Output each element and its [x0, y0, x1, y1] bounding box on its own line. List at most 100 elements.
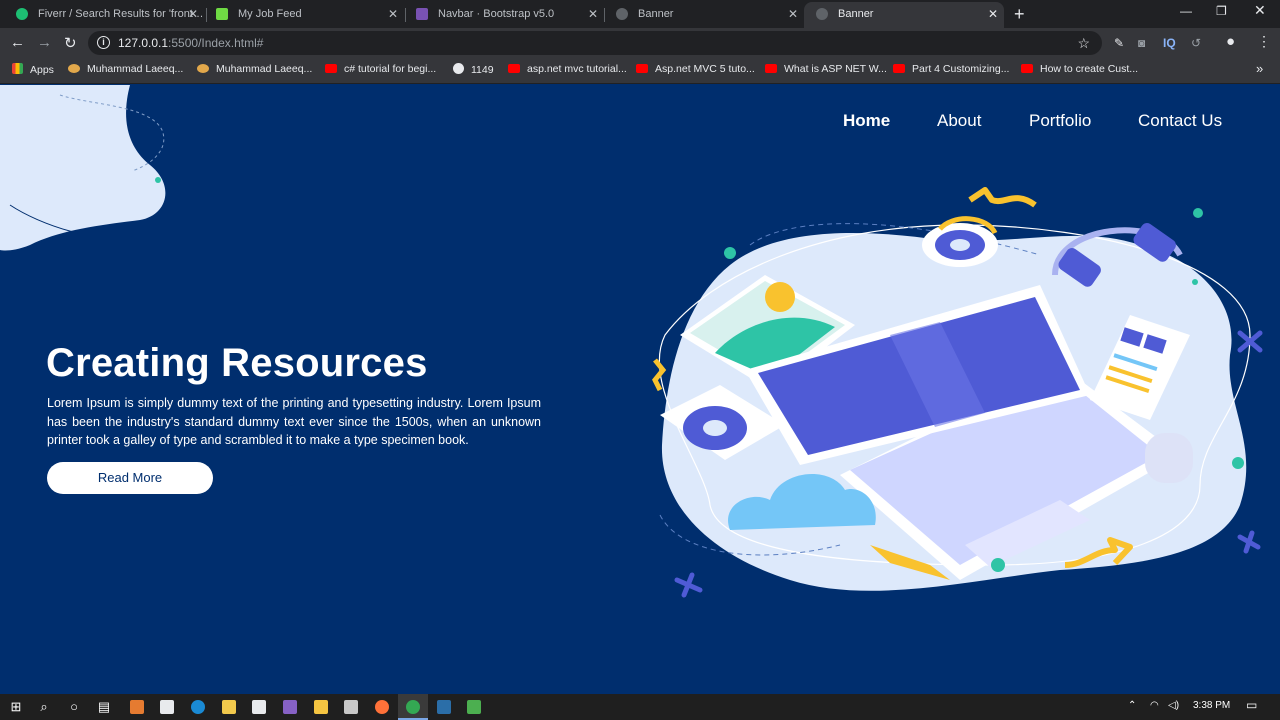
file-explorer-icon[interactable] — [222, 700, 236, 714]
search-icon[interactable]: ⌕ — [36, 699, 52, 715]
close-tab-icon[interactable]: ✕ — [588, 2, 598, 26]
bookmarks-overflow-icon[interactable]: » — [1256, 61, 1263, 76]
bookmark-item[interactable]: 1149 — [453, 63, 494, 76]
store-icon[interactable] — [252, 700, 266, 714]
tab-job-feed[interactable]: My Job Feed ✕ — [204, 2, 404, 28]
close-window-icon[interactable]: ✕ — [1254, 2, 1266, 19]
bookmark-label: Asp.net MVC 5 tuto... — [655, 63, 755, 75]
globe-icon — [616, 8, 628, 20]
bookmarks-bar: Apps Muhammad Laeeq... Muhammad Laeeq...… — [0, 58, 1280, 84]
close-tab-icon[interactable]: ✕ — [388, 2, 398, 26]
bookmark-item[interactable]: Asp.net MVC 5 tuto... — [636, 63, 755, 75]
reload-icon[interactable]: ↻ — [64, 34, 77, 52]
site-info-icon[interactable]: i — [97, 36, 110, 49]
tab-bootstrap[interactable]: Navbar · Bootstrap v5.0 ✕ — [404, 2, 604, 28]
bookmark-label: asp.net mvc tutorial... — [527, 63, 627, 75]
bookmark-item[interactable]: What is ASP NET W... — [765, 63, 887, 75]
history-icon[interactable]: ↺ — [1191, 36, 1201, 50]
bookmark-apps[interactable]: Apps — [12, 63, 54, 76]
snipping-tool-icon[interactable] — [344, 700, 358, 714]
decorative-blob-top-left — [0, 85, 166, 251]
bookmark-item[interactable]: How to create Cust... — [1021, 63, 1138, 75]
youtube-icon — [893, 64, 905, 73]
youtube-icon — [765, 64, 777, 73]
nav-portfolio[interactable]: Portfolio — [1029, 111, 1091, 131]
edge-icon[interactable] — [191, 700, 205, 714]
bookmark-favicon-icon — [197, 64, 209, 73]
wifi-icon[interactable]: ◠ — [1150, 700, 1159, 711]
iq-extension-icon[interactable]: IQ — [1163, 36, 1176, 50]
camtasia-icon[interactable] — [467, 700, 481, 714]
clock-time[interactable]: 3:38 PM — [1193, 700, 1230, 711]
bookmark-label: Muhammad Laeeq... — [216, 63, 313, 75]
bookmark-item[interactable]: asp.net mvc tutorial... — [508, 63, 627, 75]
bookmark-item[interactable]: c# tutorial for begi... — [325, 63, 436, 75]
hero-description: Lorem Ipsum is simply dummy text of the … — [47, 396, 541, 447]
globe-icon — [816, 8, 828, 20]
tab-fiverr[interactable]: Fiverr / Search Results for 'front … ✕ — [4, 2, 204, 28]
tab-banner-active[interactable]: Banner ✕ — [804, 2, 1004, 28]
mouse-icon — [1145, 433, 1193, 483]
notifications-icon[interactable]: ▭ — [1246, 698, 1257, 712]
tab-title: Fiverr / Search Results for 'front … — [38, 8, 204, 20]
bookmark-label: c# tutorial for begi... — [344, 63, 437, 75]
read-more-button[interactable]: Read More — [47, 462, 213, 494]
bookmark-star-icon[interactable]: ☆ — [1077, 31, 1090, 55]
bookmark-label: Muhammad Laeeq... — [87, 63, 184, 75]
bookmark-label: What is ASP NET W... — [784, 63, 887, 75]
hero-title: Creating Resources — [46, 341, 428, 385]
firefox-icon[interactable] — [375, 700, 389, 714]
task-view-icon[interactable]: ▤ — [96, 699, 112, 715]
maximize-icon[interactable]: ❐ — [1216, 4, 1227, 18]
apps-grid-icon — [12, 63, 23, 74]
nav-home[interactable]: Home — [843, 111, 890, 131]
tray-expand-icon[interactable]: ⌃ — [1128, 700, 1136, 711]
banner-page: Home About Portfolio Contact Us Creating… — [0, 85, 1280, 694]
bookmark-label: Apps — [30, 64, 54, 76]
globe-icon — [453, 63, 464, 74]
tab-title: Banner — [638, 8, 674, 20]
close-tab-icon[interactable]: ✕ — [988, 2, 998, 26]
chrome-icon[interactable] — [406, 700, 420, 714]
cortana-icon[interactable]: ○ — [66, 699, 82, 715]
new-tab-button[interactable]: + — [1014, 4, 1025, 25]
hero-laptop-illustration — [652, 187, 1263, 598]
extension-pen-icon[interactable]: ✎ — [1114, 36, 1124, 50]
url-host: 127.0.0.1 — [118, 36, 169, 50]
filezilla-icon[interactable] — [314, 700, 328, 714]
tab-banner-1[interactable]: Banner ✕ — [604, 2, 804, 28]
bookmark-label: How to create Cust... — [1040, 63, 1139, 75]
bookmark-favicon-icon — [68, 64, 80, 73]
youtube-icon — [508, 64, 520, 73]
windows-start-icon[interactable]: ⊞ — [8, 699, 24, 715]
volume-icon[interactable]: ◁) — [1168, 700, 1179, 711]
forward-icon[interactable]: → — [37, 34, 52, 51]
tab-title: Banner — [838, 8, 874, 20]
close-tab-icon[interactable]: ✕ — [188, 2, 198, 26]
minimize-icon[interactable]: — — [1180, 4, 1192, 18]
youtube-icon — [636, 64, 648, 73]
bookmark-item[interactable]: Muhammad Laeeq... — [68, 63, 183, 75]
bootstrap-icon — [416, 8, 428, 20]
mail-icon[interactable] — [160, 700, 174, 714]
camera-icon[interactable]: ◙ — [1138, 36, 1145, 50]
nav-about[interactable]: About — [937, 111, 981, 131]
address-bar[interactable]: i 127.0.0.1:5500/Index.html# ☆ — [88, 31, 1102, 55]
bookmark-item[interactable]: Muhammad Laeeq... — [197, 63, 312, 75]
xampp-icon[interactable] — [130, 700, 144, 714]
browser-toolbar: ← → ↻ i 127.0.0.1:5500/Index.html# ☆ ✎ ◙… — [0, 28, 1280, 58]
profile-avatar-icon[interactable]: ● — [1226, 33, 1235, 50]
vscode-icon[interactable] — [437, 700, 451, 714]
nav-contact-us[interactable]: Contact Us — [1138, 111, 1222, 131]
menu-kebab-icon[interactable]: ⋮ — [1257, 33, 1271, 50]
browser-tab-strip: Fiverr / Search Results for 'front … ✕ M… — [0, 0, 1280, 28]
bookmark-item[interactable]: Part 4 Customizing... — [893, 63, 1009, 75]
youtube-icon — [1021, 64, 1033, 73]
tab-title: Navbar · Bootstrap v5.0 — [438, 8, 555, 20]
visual-studio-icon[interactable] — [283, 700, 297, 714]
url-path: :5500/Index.html# — [168, 36, 264, 50]
upwork-icon — [216, 8, 228, 20]
fiverr-icon — [16, 8, 28, 20]
back-icon[interactable]: ← — [10, 34, 25, 51]
close-tab-icon[interactable]: ✕ — [788, 2, 798, 26]
